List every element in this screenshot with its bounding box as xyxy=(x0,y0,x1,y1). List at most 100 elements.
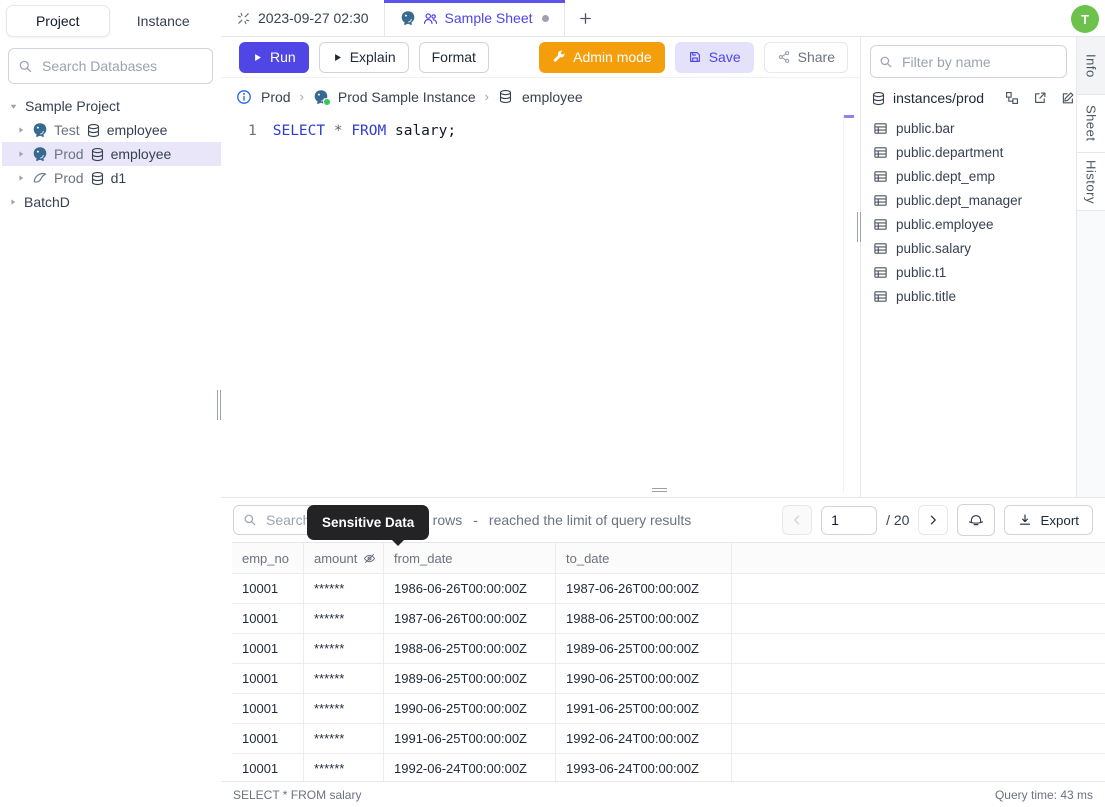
tree-item-batchd[interactable]: BatchD xyxy=(2,190,221,214)
list-item-table[interactable]: public.dept_emp xyxy=(861,164,1076,188)
table-name: public.employee xyxy=(896,216,994,232)
dash: - xyxy=(473,512,478,528)
tree-item-sample-project[interactable]: Sample Project xyxy=(2,94,221,118)
cell-masked: ****** xyxy=(304,634,384,663)
play-icon xyxy=(332,52,343,63)
format-button[interactable]: Format xyxy=(418,41,489,73)
cell: 1986-06-26T00:00:00Z xyxy=(384,574,556,603)
prev-page-button[interactable] xyxy=(782,505,813,535)
filter-box xyxy=(870,45,1067,78)
tab-label: Sample Sheet xyxy=(444,10,533,26)
postgres-icon xyxy=(32,122,48,138)
filter-input[interactable] xyxy=(900,52,1058,71)
schema-diagram-icon[interactable] xyxy=(1005,91,1019,105)
column-header[interactable]: from_date xyxy=(384,543,556,573)
avatar[interactable]: T xyxy=(1071,5,1099,33)
chevron-right-icon xyxy=(926,513,940,527)
share-button[interactable]: Share xyxy=(763,41,848,73)
column-header[interactable]: to_date xyxy=(556,543,732,573)
search-icon xyxy=(879,55,893,69)
strip-tab-info[interactable]: Info xyxy=(1077,37,1105,95)
sidebar-resize-handle[interactable] xyxy=(217,390,221,420)
new-tab-button[interactable] xyxy=(565,0,607,36)
cell: 1993-06-24T00:00:00Z xyxy=(556,754,732,783)
tab-timestamp-sheet[interactable]: 2023-09-27 02:30 xyxy=(221,0,385,36)
cell: 1990-06-25T00:00:00Z xyxy=(384,694,556,723)
next-page-button[interactable] xyxy=(918,505,949,535)
data-masking-button[interactable] xyxy=(957,504,996,536)
masking-hat-icon xyxy=(968,512,984,528)
tree-item-prod-d1[interactable]: Prod d1 xyxy=(2,166,221,190)
list-item-table[interactable]: public.salary xyxy=(861,236,1076,260)
play-icon xyxy=(252,52,263,63)
share-icon xyxy=(777,50,791,64)
list-item-table[interactable]: public.department xyxy=(861,140,1076,164)
column-header[interactable]: emp_no xyxy=(232,543,304,573)
cell: 1988-06-25T00:00:00Z xyxy=(384,634,556,663)
database-search-input[interactable] xyxy=(40,57,203,75)
minimap-cursor-mark xyxy=(844,115,854,118)
panel-resize-handle[interactable] xyxy=(857,212,861,242)
caret-right-icon xyxy=(16,125,26,135)
breadcrumb: Prod › Prod Sample Instance › employee xyxy=(221,78,860,115)
info-icon[interactable] xyxy=(236,89,252,105)
tree-item-test-employee[interactable]: Test employee xyxy=(2,118,221,142)
save-button[interactable]: Save xyxy=(674,41,754,73)
strip-tab-history[interactable]: History xyxy=(1077,153,1105,211)
environment-label: Test xyxy=(54,122,80,138)
table-row[interactable]: 10001 ****** 1988-06-25T00:00:00Z 1989-0… xyxy=(232,634,1105,664)
caret-right-icon xyxy=(16,149,26,159)
limit-note: reached the limit of query results xyxy=(488,512,692,528)
list-item-table[interactable]: public.employee xyxy=(861,212,1076,236)
eye-off-icon[interactable] xyxy=(363,552,376,565)
run-button[interactable]: Run xyxy=(239,41,309,73)
tab-project[interactable]: Project xyxy=(6,5,110,37)
run-label: Run xyxy=(270,49,296,65)
edit-icon[interactable] xyxy=(1061,91,1075,105)
mysql-icon xyxy=(32,170,48,186)
strip-tab-sheet[interactable]: Sheet xyxy=(1077,95,1105,153)
breadcrumb-env[interactable]: Prod xyxy=(261,89,291,105)
table-icon xyxy=(873,217,888,232)
list-item-table[interactable]: public.title xyxy=(861,284,1076,308)
breadcrumb-database[interactable]: employee xyxy=(522,89,583,105)
column-header-filler xyxy=(732,543,1105,573)
table-name: public.department xyxy=(896,144,1004,160)
tab-sample-sheet[interactable]: Sample Sheet xyxy=(383,0,565,36)
cell-filler xyxy=(732,574,1105,603)
cell: 1992-06-24T00:00:00Z xyxy=(384,754,556,783)
code-line: 1 SELECT * FROM salary; xyxy=(221,115,860,139)
table-row[interactable]: 10001 ****** 1990-06-25T00:00:00Z 1991-0… xyxy=(232,694,1105,724)
export-button[interactable]: Export xyxy=(1004,505,1093,535)
connection-label: instances/prod xyxy=(893,90,985,106)
table-row[interactable]: 10001 ****** 1991-06-25T00:00:00Z 1992-0… xyxy=(232,724,1105,754)
result-row-info: 0 rows - reached the limit of query resu… xyxy=(421,512,691,528)
page-input[interactable] xyxy=(821,505,878,535)
cell: 10001 xyxy=(232,574,304,603)
result-table: emp_no amount from_date to_date 10001 **… xyxy=(232,542,1105,784)
editor-pane: Run Explain Format Admin mode Save Share xyxy=(221,37,861,497)
table-row[interactable]: 10001 ****** 1986-06-26T00:00:00Z 1987-0… xyxy=(232,574,1105,604)
admin-mode-button[interactable]: Admin mode xyxy=(539,41,665,73)
environment-label: Prod xyxy=(54,170,84,186)
table-icon xyxy=(873,289,888,304)
minimap-divider xyxy=(843,115,844,493)
table-row[interactable]: 10001 ****** 1992-06-24T00:00:00Z 1993-0… xyxy=(232,754,1105,784)
table-name: public.dept_emp xyxy=(896,168,996,184)
explain-button[interactable]: Explain xyxy=(318,41,409,73)
results-resize-handle[interactable] xyxy=(652,488,667,492)
tree-item-prod-employee[interactable]: Prod employee xyxy=(2,142,221,166)
tab-instance[interactable]: Instance xyxy=(112,5,216,37)
external-link-icon[interactable] xyxy=(1033,91,1047,105)
sql-editor[interactable]: 1 SELECT * FROM salary; xyxy=(221,115,860,498)
results-footer: SELECT * FROM salary Query time: 43 ms xyxy=(221,781,1105,807)
list-item-table[interactable]: public.t1 xyxy=(861,260,1076,284)
column-header[interactable]: amount xyxy=(304,543,384,573)
table-row[interactable]: 10001 ****** 1987-06-26T00:00:00Z 1988-0… xyxy=(232,604,1105,634)
breadcrumb-instance[interactable]: Prod Sample Instance xyxy=(338,89,476,105)
database-search-box xyxy=(8,48,213,84)
list-item-table[interactable]: public.dept_manager xyxy=(861,188,1076,212)
cell-masked: ****** xyxy=(304,604,384,633)
table-row[interactable]: 10001 ****** 1989-06-25T00:00:00Z 1990-0… xyxy=(232,664,1105,694)
list-item-table[interactable]: public.bar xyxy=(861,116,1076,140)
